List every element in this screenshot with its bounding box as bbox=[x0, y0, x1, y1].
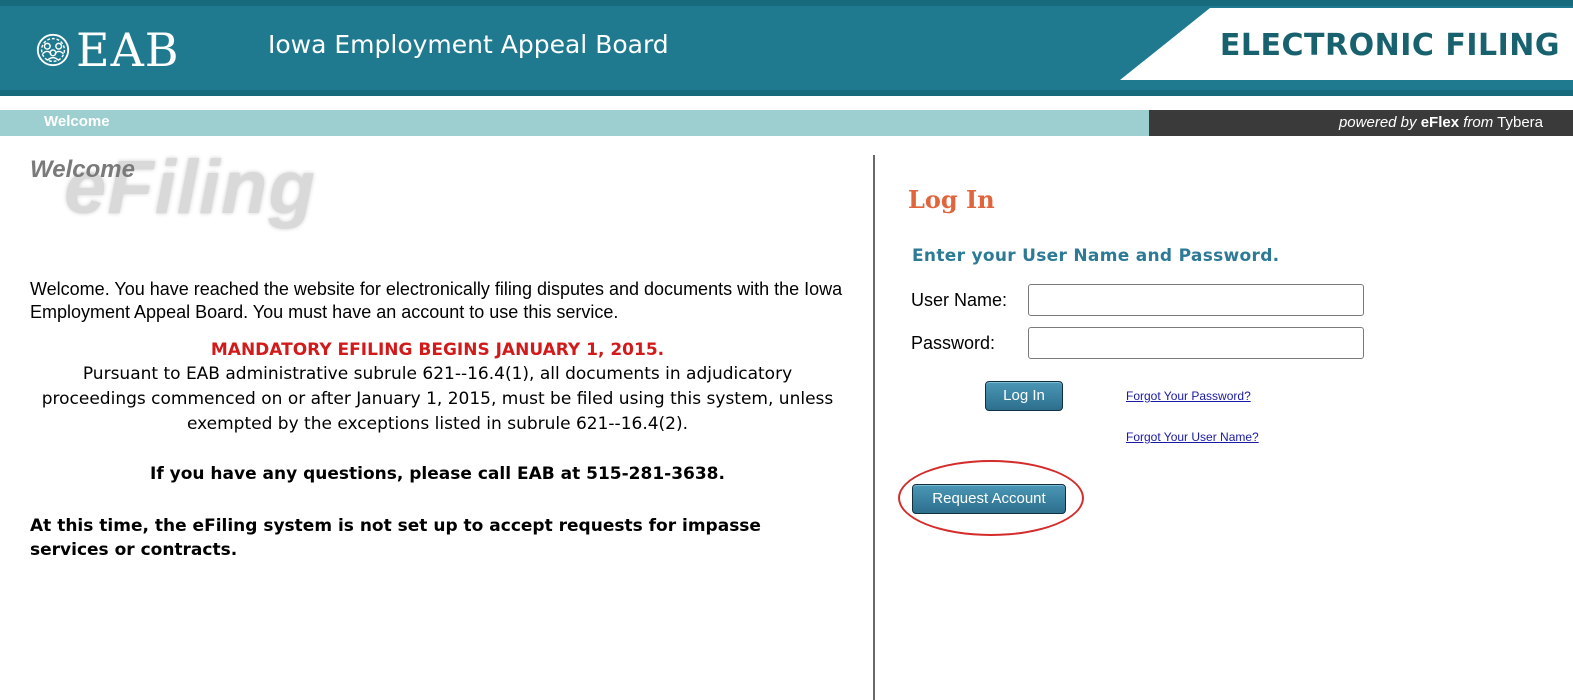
powered-by-text: powered by eFlex from Tybera bbox=[1149, 110, 1573, 136]
pursuant-paragraph: Pursuant to EAB administrative subrule 6… bbox=[41, 364, 834, 434]
forgot-password-link[interactable]: Forgot Your Password? bbox=[1126, 389, 1251, 403]
login-title: Log In bbox=[908, 185, 995, 214]
password-input[interactable] bbox=[1028, 327, 1364, 359]
site-header: EAB Iowa Employment Appeal Board ELECTRO… bbox=[0, 0, 1573, 96]
powered-vendor: Tybera bbox=[1497, 114, 1543, 131]
powered-prefix: powered by bbox=[1338, 114, 1417, 131]
electronic-filing-banner: ELECTRONIC FILING bbox=[1219, 28, 1560, 63]
questions-contact: If you have any questions, please call E… bbox=[150, 464, 725, 484]
header-bottom-line bbox=[0, 90, 1573, 96]
username-label: User Name: bbox=[911, 290, 1008, 310]
mandatory-efiling-notice: MANDATORY EFILING BEGINS JANUARY 1, 2015… bbox=[210, 340, 665, 360]
username-input[interactable] bbox=[1028, 284, 1364, 316]
welcome-heading: Welcome bbox=[30, 156, 135, 183]
password-label: Password: bbox=[911, 333, 996, 353]
sub-navigation-bar: Welcome powered by eFlex from Tybera bbox=[0, 110, 1573, 136]
logo-text: EAB bbox=[76, 23, 180, 77]
impasse-notice: At this time, the eFiling system is not … bbox=[30, 516, 761, 560]
column-divider bbox=[873, 155, 875, 700]
org-name: Iowa Employment Appeal Board bbox=[268, 30, 669, 59]
request-account-button[interactable]: Request Account bbox=[912, 484, 1066, 514]
intro-paragraph: Welcome. You have reached the website fo… bbox=[30, 279, 843, 322]
nav-welcome-tab[interactable]: Welcome bbox=[44, 113, 110, 130]
forgot-username-link[interactable]: Forgot Your User Name? bbox=[1126, 430, 1259, 444]
people-circle-icon bbox=[36, 33, 70, 67]
powered-from: from bbox=[1463, 114, 1494, 131]
login-subtitle: Enter your User Name and Password. bbox=[912, 246, 1280, 266]
header-top-line bbox=[0, 0, 1573, 6]
eab-logo[interactable]: EAB bbox=[34, 22, 180, 78]
login-button[interactable]: Log In bbox=[985, 381, 1063, 411]
powered-product: eFlex bbox=[1420, 114, 1460, 131]
